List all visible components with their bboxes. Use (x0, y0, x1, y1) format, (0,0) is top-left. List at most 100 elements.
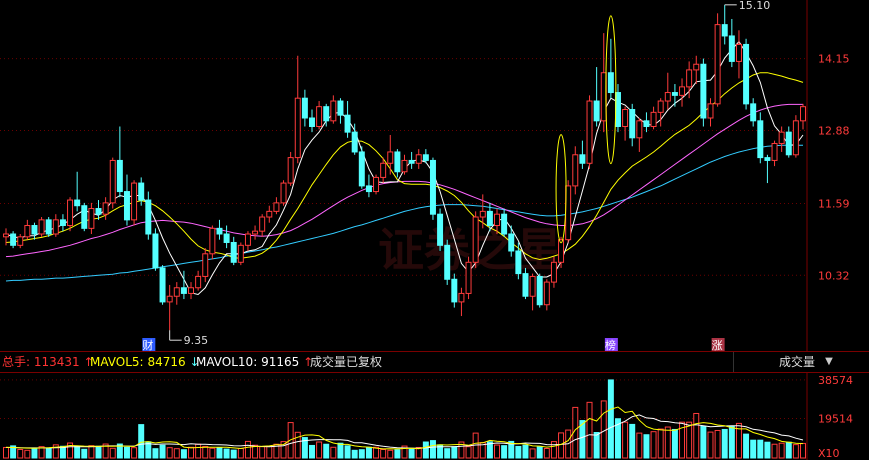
volume-bar (643, 434, 650, 459)
total-label: 总手: (2, 355, 31, 369)
total-value: 113431 (33, 355, 80, 369)
indicator-select[interactable]: 成交量 (733, 352, 819, 372)
volume-bar (17, 449, 24, 459)
volume-bar (330, 446, 337, 459)
volume-bar (728, 425, 735, 459)
volume-bar (138, 424, 145, 459)
candle-body (650, 111, 657, 127)
candle-body (508, 233, 515, 252)
volume-tick-label: 38574 (818, 374, 853, 387)
volume-bar (81, 448, 88, 459)
candle-body (486, 210, 493, 227)
volume-bar (586, 401, 593, 459)
candle-body (792, 120, 799, 156)
candle-body (252, 230, 259, 235)
volume-bar (800, 442, 806, 459)
candle-body (622, 109, 629, 127)
candle-body (123, 191, 130, 221)
candle-body (664, 92, 671, 102)
candle-body (330, 100, 337, 122)
volume-bar (494, 444, 500, 459)
volume-bar (266, 445, 273, 459)
candle-body (159, 267, 166, 303)
volume-bar (607, 379, 614, 459)
volume-bar (294, 431, 301, 459)
volume-bar (31, 448, 38, 459)
volume-bar (444, 448, 451, 459)
volume-bar (95, 445, 102, 459)
volume-bar (337, 442, 344, 459)
candle-body (579, 154, 586, 164)
volume-bar (785, 441, 792, 459)
candle-body (131, 182, 138, 221)
volume-bar (344, 445, 351, 459)
candle-body (237, 244, 244, 263)
volume-bar (700, 425, 707, 459)
volume-bar (309, 444, 315, 459)
volume-bar (451, 446, 458, 459)
candle-body (764, 157, 771, 161)
volume-tick-label: 19514 (818, 413, 853, 426)
candle-body (607, 72, 614, 94)
candle-body (109, 159, 116, 204)
candle-body (209, 227, 216, 255)
mavol5-indicator: MAVOL5: 84716 ↓ (90, 352, 200, 372)
volume-bar (757, 439, 764, 459)
volume-bar (543, 447, 550, 459)
dropdown-arrow-icon[interactable]: ▼ (821, 352, 837, 372)
candle-body (529, 275, 536, 297)
candle-body (778, 131, 785, 144)
volume-bar (429, 440, 436, 459)
volume-bar (629, 423, 636, 459)
volume-bar (202, 445, 209, 459)
volume-bar (394, 449, 401, 459)
volume-bar (88, 445, 95, 459)
candle-body (152, 233, 159, 269)
candle-body (24, 225, 31, 238)
volume-bar (45, 447, 52, 459)
mavol10-indicator: MAVOL10: 91165 ↑ (196, 352, 313, 372)
candle-body (686, 69, 693, 88)
candle-body (244, 233, 251, 246)
volume-bar (465, 446, 472, 459)
volume-bar (166, 447, 173, 459)
candle-body (74, 199, 81, 207)
volume-bar (686, 421, 693, 459)
candle-body (679, 86, 686, 96)
candle-body (636, 120, 643, 139)
candle-body (387, 151, 394, 164)
volume-bar (24, 449, 31, 459)
candle-body (230, 241, 237, 263)
candle-body (444, 244, 451, 280)
mavol5-value: 84716 (147, 355, 186, 369)
volume-bar (316, 441, 323, 459)
volume-bar (365, 446, 372, 459)
volume-bar (259, 446, 266, 459)
volume-bar (693, 412, 700, 459)
candle-body (671, 92, 678, 96)
price-tick-label: 11.59 (818, 197, 850, 210)
volume-bar (209, 447, 216, 459)
candle-body (515, 250, 522, 275)
candle-body (351, 131, 358, 153)
candle-body (294, 97, 301, 159)
volume-bar (422, 441, 429, 459)
adjusted-volume-note: 成交量已复权 (310, 355, 383, 369)
volume-bar (74, 445, 81, 459)
volume-bar (650, 431, 657, 459)
candle-body (586, 100, 593, 164)
event-marker-label: 榜 (605, 338, 616, 352)
candle-body (216, 227, 223, 235)
volume-bar (778, 442, 785, 459)
volume-bar (721, 428, 728, 459)
candle-body (543, 281, 550, 306)
volume-bar (152, 448, 159, 459)
candle-body (373, 176, 380, 193)
volume-bar (323, 443, 330, 459)
candle-body (59, 219, 66, 227)
candle-body (88, 208, 95, 229)
volume-bar (230, 449, 237, 459)
candle-body (643, 120, 650, 127)
candle-body (451, 278, 458, 303)
candle-body (52, 219, 59, 235)
